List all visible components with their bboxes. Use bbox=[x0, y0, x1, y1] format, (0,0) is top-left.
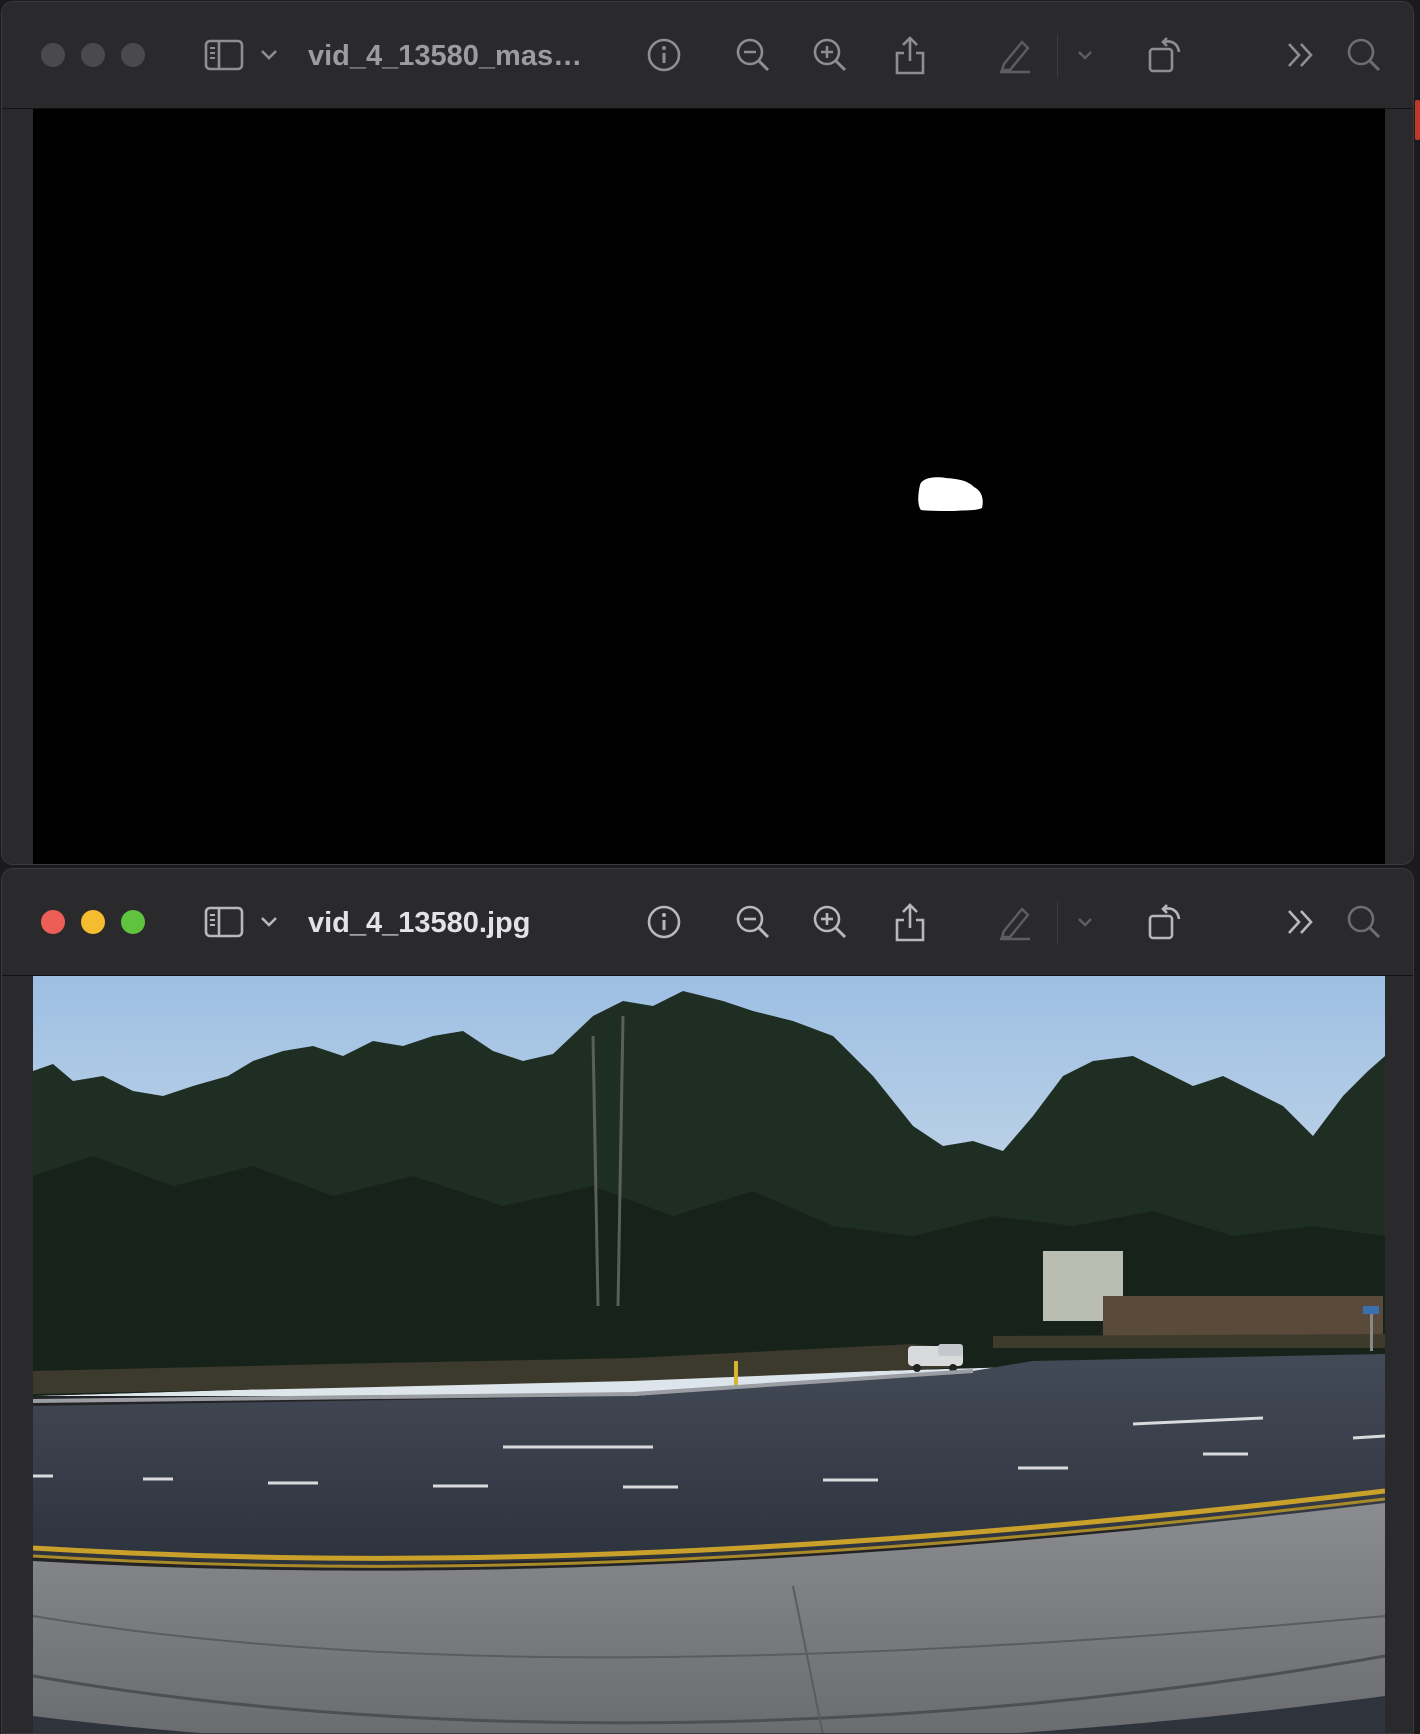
chevron-down-icon[interactable] bbox=[257, 35, 281, 75]
info-icon[interactable] bbox=[644, 35, 684, 75]
window-left-edge bbox=[2, 109, 33, 864]
search-icon[interactable] bbox=[1344, 902, 1384, 942]
markup-pen-icon[interactable] bbox=[995, 902, 1035, 942]
window-title: vid_4_13580_mas… bbox=[308, 40, 583, 72]
rotate-icon[interactable] bbox=[1145, 902, 1185, 942]
minimize-button[interactable] bbox=[81, 910, 105, 934]
window-right-edge bbox=[1385, 976, 1413, 1733]
sidebar-icon[interactable] bbox=[202, 35, 246, 75]
chevron-down-icon[interactable] bbox=[1075, 902, 1095, 942]
mask-region bbox=[918, 477, 983, 511]
zoom-in-icon[interactable] bbox=[810, 35, 850, 75]
toolbar-separator bbox=[1057, 902, 1058, 944]
window-left-edge bbox=[2, 976, 33, 1733]
street-scene bbox=[33, 976, 1385, 1733]
fence bbox=[1103, 1296, 1383, 1336]
preview-window-photo[interactable]: vid_4_13580.jpg bbox=[1, 868, 1414, 1734]
window-title: vid_4_13580.jpg bbox=[308, 907, 531, 939]
zoom-in-icon[interactable] bbox=[810, 902, 850, 942]
close-button[interactable] bbox=[41, 910, 65, 934]
minimize-button[interactable] bbox=[81, 43, 105, 67]
chevron-down-icon[interactable] bbox=[1075, 35, 1095, 75]
street-sign bbox=[1363, 1306, 1379, 1314]
mask-image bbox=[33, 109, 1385, 864]
chevron-down-icon[interactable] bbox=[257, 902, 281, 942]
search-icon[interactable] bbox=[1344, 35, 1384, 75]
background-window-edge bbox=[1415, 100, 1420, 140]
more-chevrons-icon[interactable] bbox=[1281, 902, 1321, 942]
share-icon[interactable] bbox=[890, 902, 930, 942]
window-right-edge bbox=[1385, 109, 1413, 864]
info-icon[interactable] bbox=[644, 902, 684, 942]
markup-pen-icon[interactable] bbox=[995, 35, 1035, 75]
zoom-out-icon[interactable] bbox=[733, 35, 773, 75]
zoom-button[interactable] bbox=[121, 910, 145, 934]
titlebar[interactable]: vid_4_13580_mas… bbox=[2, 2, 1413, 109]
toolbar-separator bbox=[1057, 35, 1058, 77]
titlebar[interactable]: vid_4_13580.jpg bbox=[2, 869, 1413, 976]
more-chevrons-icon[interactable] bbox=[1281, 35, 1321, 75]
zoom-button[interactable] bbox=[121, 43, 145, 67]
close-button[interactable] bbox=[41, 43, 65, 67]
preview-window-mask[interactable]: vid_4_13580_mas… bbox=[1, 1, 1414, 865]
street-photo bbox=[33, 976, 1385, 1733]
grass-strip-right bbox=[993, 1334, 1385, 1348]
rotate-icon[interactable] bbox=[1145, 35, 1185, 75]
share-icon[interactable] bbox=[890, 35, 930, 75]
zoom-out-icon[interactable] bbox=[733, 902, 773, 942]
sidebar-icon[interactable] bbox=[202, 902, 246, 942]
